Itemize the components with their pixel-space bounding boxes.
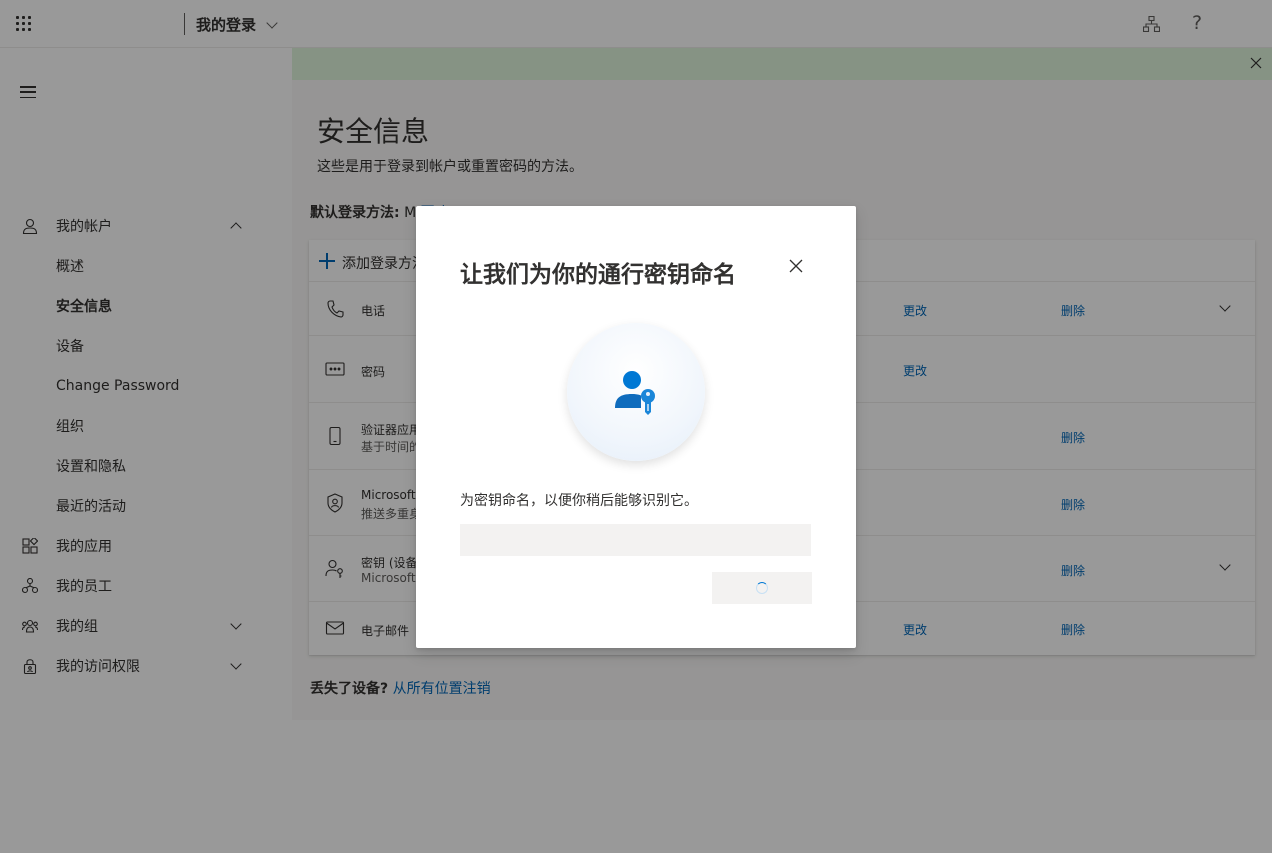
name-passkey-dialog: 让我们为你的通行密钥命名 为密钥命名，以便你稍后能够识别它。 bbox=[416, 206, 856, 648]
loading-spinner-icon bbox=[756, 582, 768, 594]
dialog-title: 让我们为你的通行密钥命名 bbox=[460, 262, 736, 288]
passkey-name-input[interactable] bbox=[460, 524, 811, 556]
passkey-illustration bbox=[567, 323, 705, 461]
close-icon[interactable] bbox=[788, 258, 804, 274]
next-button[interactable] bbox=[712, 572, 812, 604]
passkey-person-key-icon bbox=[615, 371, 655, 415]
dialog-description: 为密钥命名，以便你稍后能够识别它。 bbox=[460, 493, 698, 509]
